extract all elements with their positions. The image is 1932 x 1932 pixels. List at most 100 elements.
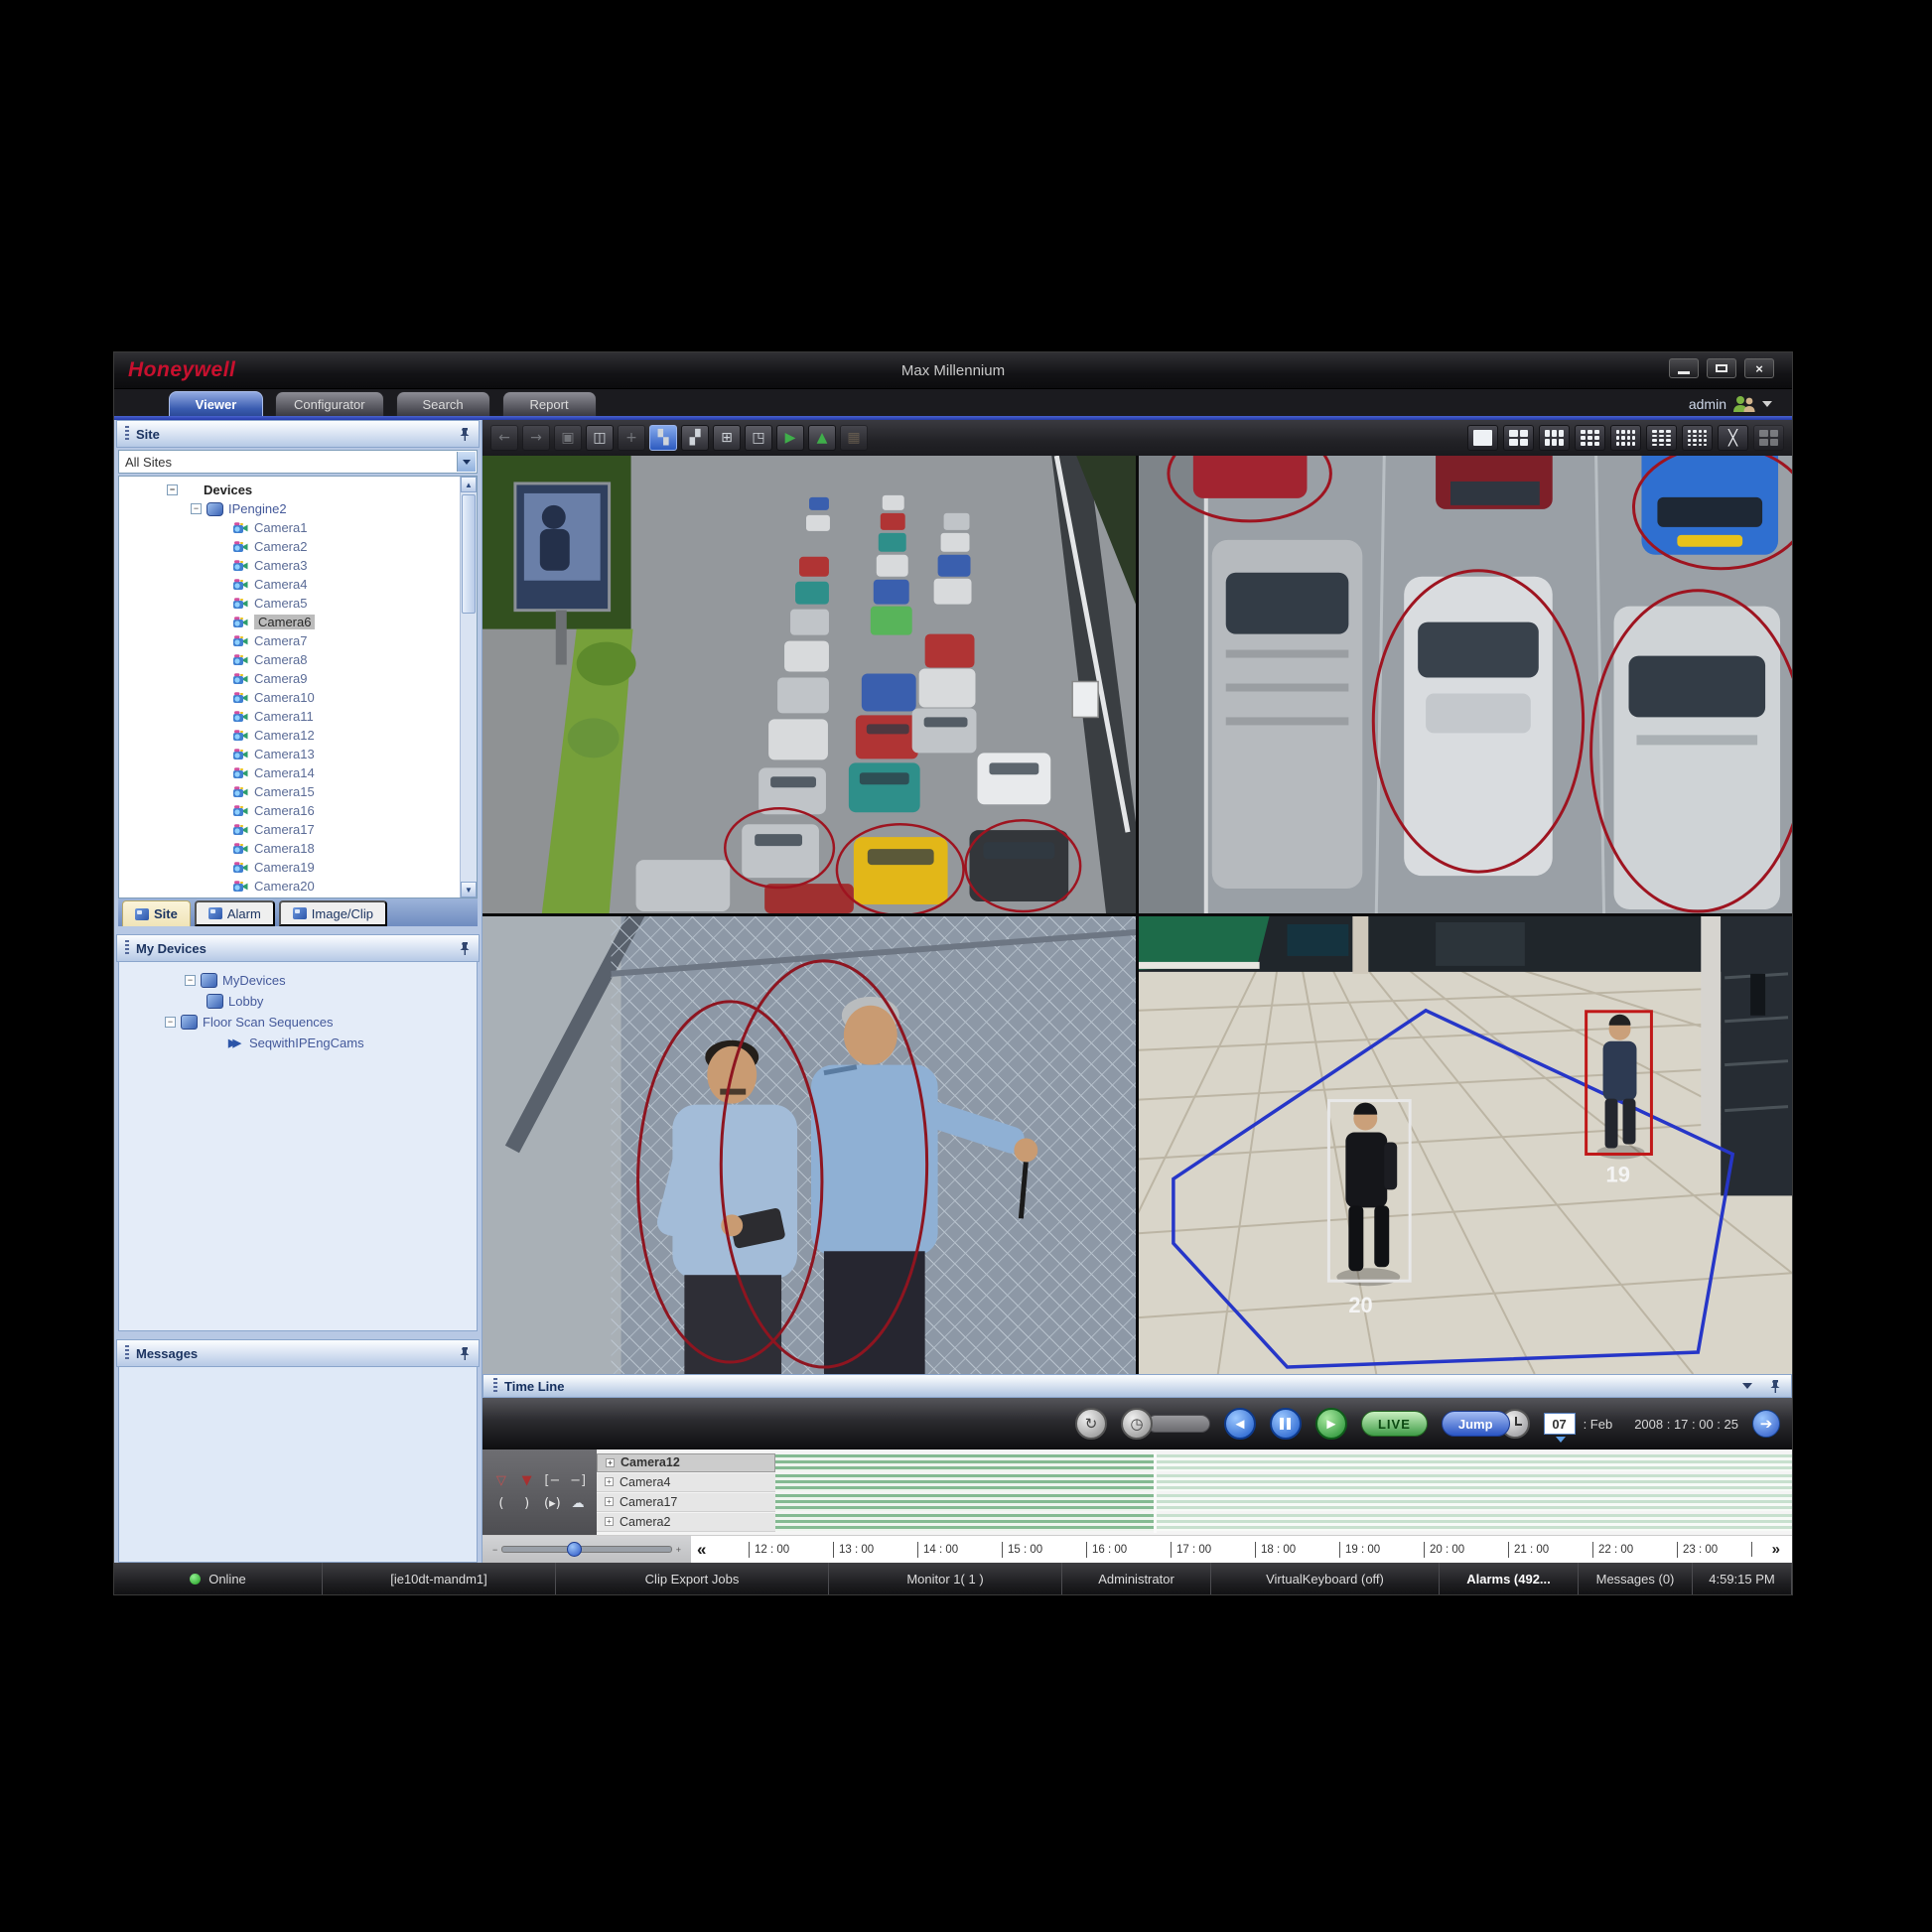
tree-item-camera[interactable]: Camera1 (119, 518, 477, 537)
collapse-icon[interactable] (191, 503, 202, 514)
tree-item-camera[interactable]: Camera3 (119, 556, 477, 575)
pin-icon[interactable] (459, 941, 471, 955)
tree-item-camera[interactable]: Camera18 (119, 839, 477, 858)
date-month[interactable]: : Feb (1584, 1417, 1613, 1432)
tree-item-camera[interactable]: Camera6 (119, 613, 477, 631)
send-to-monitor-icon[interactable]: ◳ (745, 425, 772, 451)
timeline-track[interactable]: Camera2 (597, 1512, 1792, 1532)
tree-item-camera[interactable]: Camera16 (119, 801, 477, 820)
tree-item-camera[interactable]: Camera17 (119, 820, 477, 839)
close-button[interactable]: × (1744, 358, 1774, 378)
main-tab[interactable]: Viewer (169, 391, 263, 416)
recording-bar[interactable] (775, 1474, 1792, 1491)
scroll-down-icon[interactable]: ▼ (461, 882, 477, 897)
tree-item-camera[interactable]: Camera14 (119, 763, 477, 782)
clip-export-icon[interactable]: ☁ (572, 1497, 585, 1510)
scrollbar-thumb[interactable] (462, 494, 476, 614)
status-virtual-keyboard[interactable]: VirtualKeyboard (off) (1211, 1563, 1440, 1594)
zoom-slider-thumb[interactable] (567, 1542, 582, 1557)
recording-bar[interactable] (775, 1514, 1792, 1531)
site-filter-dropdown[interactable]: All Sites (118, 450, 478, 474)
track-expander-icon[interactable] (606, 1458, 615, 1467)
pin-icon[interactable] (1769, 1379, 1781, 1393)
ruler-scroll-left[interactable]: « (697, 1536, 706, 1563)
timeline-track[interactable]: Camera4 (597, 1472, 1792, 1492)
date-day-spinner[interactable]: 07 (1544, 1413, 1576, 1435)
expand-view-icon[interactable]: ▞ (681, 425, 709, 451)
tree-item-camera[interactable]: Camera19 (119, 858, 477, 877)
step-back-button[interactable]: ◄ (1224, 1408, 1256, 1440)
bracket-close-icon[interactable]: ) (524, 1497, 529, 1510)
main-tab[interactable]: Configurator (275, 391, 384, 416)
video-tile-guards-fence[interactable] (483, 916, 1136, 1374)
tree-scrollbar[interactable]: ▲ ▼ (460, 477, 477, 897)
collapse-icon[interactable] (167, 484, 178, 495)
status-alarms[interactable]: Alarms (492... (1440, 1563, 1579, 1594)
ptz-icon[interactable]: + (618, 425, 645, 451)
tree-item-lobby[interactable]: Lobby (119, 991, 477, 1012)
layout-9[interactable] (1575, 425, 1605, 451)
recording-bar[interactable] (775, 1494, 1792, 1511)
play-button[interactable]: ► (1315, 1408, 1347, 1440)
search-clip-icon[interactable]: ◷ (1121, 1408, 1153, 1440)
collapse-chevron-icon[interactable] (1742, 1383, 1752, 1389)
layout-1[interactable] (1467, 425, 1498, 451)
video-tile-overhead-traffic[interactable] (1139, 456, 1792, 913)
zoom-slider[interactable] (501, 1546, 671, 1553)
monitor-icon[interactable]: ◫ (586, 425, 614, 451)
tree-item-engine[interactable]: IPengine2 (119, 499, 477, 518)
layout-4[interactable] (1503, 425, 1534, 451)
clip-range-pill[interactable] (1147, 1415, 1210, 1433)
track-expander-icon[interactable] (605, 1517, 614, 1526)
tree-item-camera[interactable]: Camera10 (119, 688, 477, 707)
marker-icon[interactable]: ▽ (496, 1474, 506, 1487)
user-menu-chevron-icon[interactable] (1762, 401, 1772, 407)
pause-button[interactable] (1270, 1408, 1302, 1440)
play-sequence-icon[interactable]: ▶ (776, 425, 804, 451)
dropdown-chevron-icon[interactable] (457, 452, 476, 472)
collapse-icon[interactable] (165, 1017, 176, 1028)
pin-icon[interactable] (459, 1346, 471, 1360)
date-time-value[interactable]: 2008 : 17 : 00 : 25 (1634, 1417, 1738, 1432)
tree-item-camera[interactable]: Camera11 (119, 707, 477, 726)
layout-13[interactable] (1646, 425, 1677, 451)
snapshot-icon[interactable]: ▣ (554, 425, 582, 451)
main-tab[interactable]: Search (396, 391, 490, 416)
sidebar-tab[interactable]: Alarm (195, 900, 275, 926)
tree-item-floor-scan[interactable]: Floor Scan Sequences (119, 1012, 477, 1033)
layout-6[interactable] (1539, 425, 1570, 451)
recording-bar[interactable] (775, 1454, 1792, 1471)
pause-sequence-icon[interactable]: ▲ (808, 425, 836, 451)
tree-item-camera[interactable]: Camera20 (119, 877, 477, 896)
tree-item-camera[interactable]: Camera15 (119, 782, 477, 801)
track-expander-icon[interactable] (605, 1497, 614, 1506)
jump-button[interactable]: Jump (1442, 1411, 1510, 1437)
tree-item-camera[interactable]: Camera7 (119, 631, 477, 650)
layout-more[interactable] (1753, 425, 1784, 451)
tour-icon[interactable]: ▦ (840, 425, 868, 451)
layout-fullscreen[interactable]: ╳ (1718, 425, 1748, 451)
layout-16[interactable] (1682, 425, 1713, 451)
tree-root-mydevices[interactable]: MyDevices (119, 970, 477, 991)
tree-item-camera[interactable]: Camera5 (119, 594, 477, 613)
video-tile-mall-corridor[interactable]: 19 20 (1139, 916, 1792, 1374)
scroll-up-icon[interactable]: ▲ (461, 477, 477, 492)
marker-filled-icon[interactable]: ▼ (522, 1474, 532, 1487)
track-expander-icon[interactable] (605, 1477, 614, 1486)
tree-item-camera[interactable]: Camera12 (119, 726, 477, 745)
tree-root-devices[interactable]: Devices (119, 481, 477, 499)
status-messages[interactable]: Messages (0) (1579, 1563, 1693, 1594)
minimize-button[interactable] (1669, 358, 1699, 378)
tree-item-camera[interactable]: Camera9 (119, 669, 477, 688)
bracket-open-icon[interactable]: ( (498, 1497, 503, 1510)
mark-in-icon[interactable]: [− (544, 1474, 560, 1487)
timeline-track[interactable]: Camera12 (597, 1452, 1792, 1472)
status-monitor[interactable]: Monitor 1( 1 ) (829, 1563, 1062, 1594)
tree-item-camera[interactable]: Camera8 (119, 650, 477, 669)
grid-view-icon[interactable]: ⊞ (713, 425, 741, 451)
goto-time-button[interactable]: ➔ (1752, 1410, 1780, 1438)
sidebar-tab[interactable]: Site (122, 900, 191, 926)
tree-item-camera[interactable]: Camera2 (119, 537, 477, 556)
timeline-track[interactable]: Camera17 (597, 1492, 1792, 1512)
forward-icon[interactable]: → (522, 425, 550, 451)
